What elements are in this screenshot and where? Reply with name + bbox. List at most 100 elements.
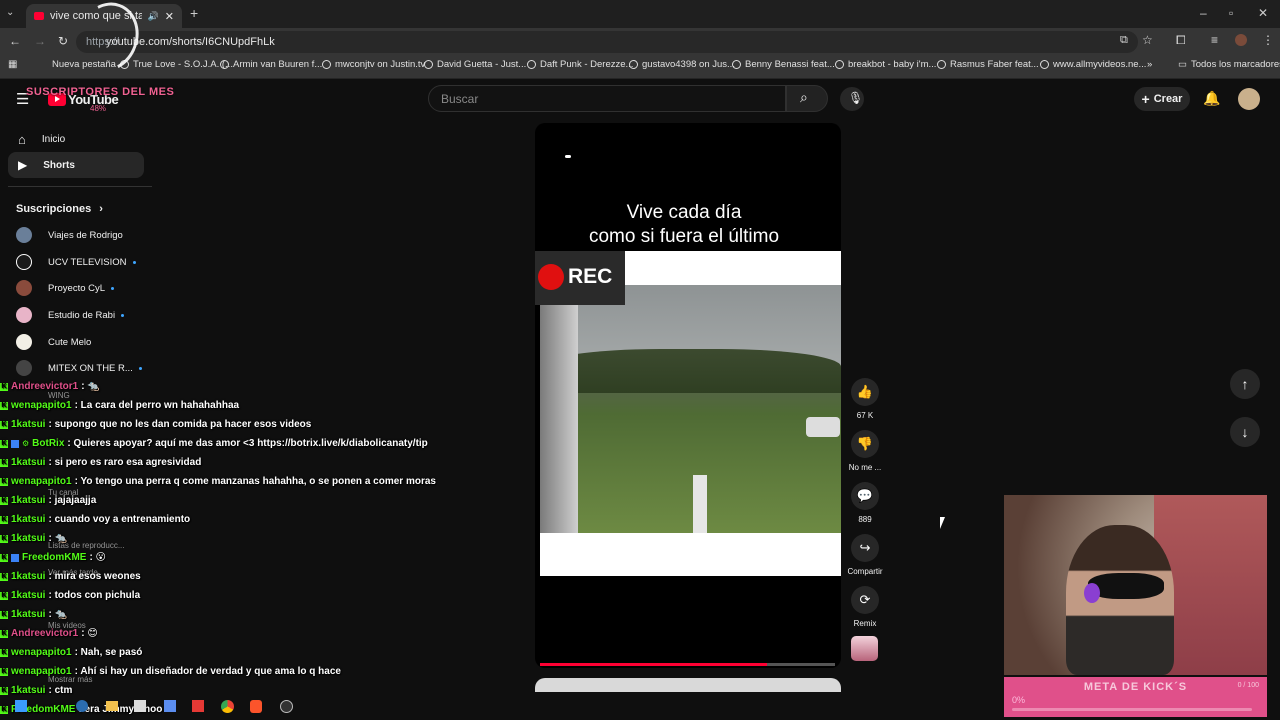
comments-button[interactable]: 💬 889 [850, 482, 880, 524]
obs-icon[interactable] [280, 700, 293, 713]
brave-icon[interactable] [250, 700, 262, 713]
channel-avatar [16, 307, 32, 323]
short-caption: Vive cada día como si fuera el último [535, 201, 833, 249]
bookmark-item[interactable]: www.allmyvideos.ne... [1040, 59, 1146, 70]
sidebar-divider [8, 186, 152, 187]
sidebar-subscriptions-heading[interactable]: Suscripciones › [16, 203, 103, 215]
kick-badge-icon: K [0, 382, 8, 391]
browser-menu-icon[interactable]: ⋮ [1262, 33, 1274, 47]
video-progress-bar[interactable] [540, 663, 835, 666]
media-controls-icon[interactable]: ≡ [1211, 33, 1218, 47]
minimize-icon[interactable]: – [1200, 6, 1207, 20]
verified-badge-icon: ⚙ [22, 439, 30, 448]
headset-icon [1084, 583, 1100, 603]
profile-icon[interactable] [1235, 34, 1247, 46]
chat-message: K Andreevictor1: 😊 [0, 628, 98, 639]
next-short-button[interactable]: ↓ [1230, 417, 1260, 447]
search-input[interactable]: Buscar [428, 85, 786, 112]
record-icon [538, 264, 564, 290]
globe-icon [629, 60, 638, 69]
globe-icon [322, 60, 331, 69]
speaker-icon[interactable]: 🔊 [148, 11, 159, 22]
kick-badge-icon: K [0, 686, 8, 695]
close-tab-icon[interactable]: ✕ [165, 10, 174, 23]
share-button[interactable]: ↪ Compartir [847, 534, 883, 576]
bookmark-item[interactable]: David Guetta - Just... [424, 59, 526, 70]
dislike-button[interactable]: 👎 No me ... [849, 430, 881, 472]
short-top-icon [565, 155, 571, 158]
previous-short-button[interactable]: ↑ [1230, 369, 1260, 399]
windows-start-icon[interactable] [15, 700, 27, 712]
voice-search-button[interactable]: 🎙 [840, 87, 864, 111]
install-app-icon[interactable]: ⧉ [1120, 34, 1128, 47]
tree-line [540, 349, 841, 393]
goal-title: META DE KICK´S [1083, 681, 1188, 693]
sidebar-item-shorts[interactable]: ▶ Shorts [8, 152, 144, 178]
notifications-bell-icon[interactable]: 🔔 [1203, 90, 1220, 107]
search-button[interactable]: ⌕ [786, 85, 828, 112]
next-short-preview[interactable] [535, 678, 841, 692]
like-button[interactable]: 👍 67 K [850, 378, 880, 420]
sidebar-item-channel[interactable]: Estudio de Rabi [16, 307, 125, 323]
sidebar-item-channel[interactable]: Viajes de Rodrigo [16, 227, 123, 243]
close-window-icon[interactable]: ✕ [1258, 6, 1268, 20]
app-taskbar-icon[interactable] [164, 700, 176, 712]
reload-icon[interactable]: ↻ [58, 34, 68, 48]
bookmark-item[interactable]: Benny Benassi feat... [732, 59, 835, 70]
comment-icon: 💬 [851, 482, 879, 510]
bookmark-item[interactable]: True Love - S.O.J.A. (... [120, 59, 233, 70]
kick-badge-icon: K [0, 553, 8, 562]
file-explorer-icon[interactable] [106, 701, 118, 711]
bookmark-item[interactable]: gustavo4398 on Jus... [629, 59, 735, 70]
kick-badge-icon: K [0, 629, 8, 638]
kick-badge-icon: K [0, 534, 8, 543]
avatar[interactable] [1238, 88, 1260, 110]
bookmark-item[interactable]: Armin van Buuren f... [220, 59, 322, 70]
bookmark-item[interactable]: mwconjtv on Justin.tv [322, 59, 425, 70]
short-caption-line2: como si fuera el último [588, 226, 780, 247]
sidebar-item-ghost[interactable]: WING [48, 391, 70, 400]
sidebar-item-channel[interactable]: UCV TELEVISION [16, 254, 136, 270]
chrome-icon[interactable] [221, 700, 234, 713]
globe-icon [220, 60, 229, 69]
plus-icon: + [1141, 91, 1150, 107]
bot-badge-icon [11, 553, 19, 562]
sidebar-item-channel[interactable]: MITEX ON THE R... [16, 360, 142, 376]
address-bar[interactable]: https:// youtube.com/shorts/I6CNUpdFhLk [76, 31, 1138, 53]
back-icon[interactable]: ← [9, 34, 21, 48]
channel-avatar [16, 254, 32, 270]
kick-badge-icon: K [0, 496, 8, 505]
remix-button[interactable]: ⟳ Remix [850, 586, 880, 628]
remix-icon: ⟳ [851, 586, 879, 614]
sidebar-item-channel[interactable]: Proyecto CyL [16, 280, 115, 296]
sidebar-item-home[interactable]: ⌂ Inicio [8, 126, 144, 152]
short-video-player[interactable]: Vive cada día como si fuera el último RE… [535, 123, 841, 668]
sidebar-item-channel[interactable]: Cute Melo [16, 334, 91, 350]
sound-thumbnail[interactable] [851, 636, 878, 661]
extensions-icon[interactable]: ⧠ [1176, 33, 1186, 48]
channel-avatar [16, 360, 32, 376]
tab-search-chevron-icon[interactable]: ⌄ [6, 7, 14, 18]
search-icon: ⌕ [800, 89, 808, 105]
chat-message: K 1katsui: mira esos weones [0, 571, 141, 582]
new-tab-button[interactable]: + [190, 5, 198, 21]
apps-grid-icon[interactable]: ▦ [8, 59, 17, 70]
create-button[interactable]: + Crear [1134, 87, 1190, 111]
goal-percent: 0% [1012, 695, 1026, 705]
all-bookmarks-folder[interactable]: ▭ Todos los marcadores [1178, 59, 1280, 70]
new-content-dot [138, 366, 142, 370]
app-taskbar-icon[interactable] [134, 700, 146, 712]
bookmark-star-icon[interactable]: ☆ [1142, 33, 1153, 47]
chat-message: K 1katsui: si pero es raro esa agresivida… [0, 457, 202, 468]
bookmark-item[interactable]: breakbot - baby i'm... [835, 59, 936, 70]
forward-icon[interactable]: → [34, 34, 46, 48]
kick-badge-icon: K [0, 515, 8, 524]
more-bookmarks-icon[interactable]: » [1147, 59, 1152, 70]
maximize-icon[interactable]: ▫ [1229, 6, 1233, 20]
app-taskbar-icon[interactable] [192, 700, 204, 712]
kick-badge-icon: K [0, 439, 8, 448]
search-taskbar-icon[interactable] [76, 700, 88, 712]
bookmark-item[interactable]: Rasmus Faber feat... [937, 59, 1039, 70]
globe-icon [1040, 60, 1049, 69]
bookmark-item[interactable]: Daft Punk - Derezze... [527, 59, 633, 70]
